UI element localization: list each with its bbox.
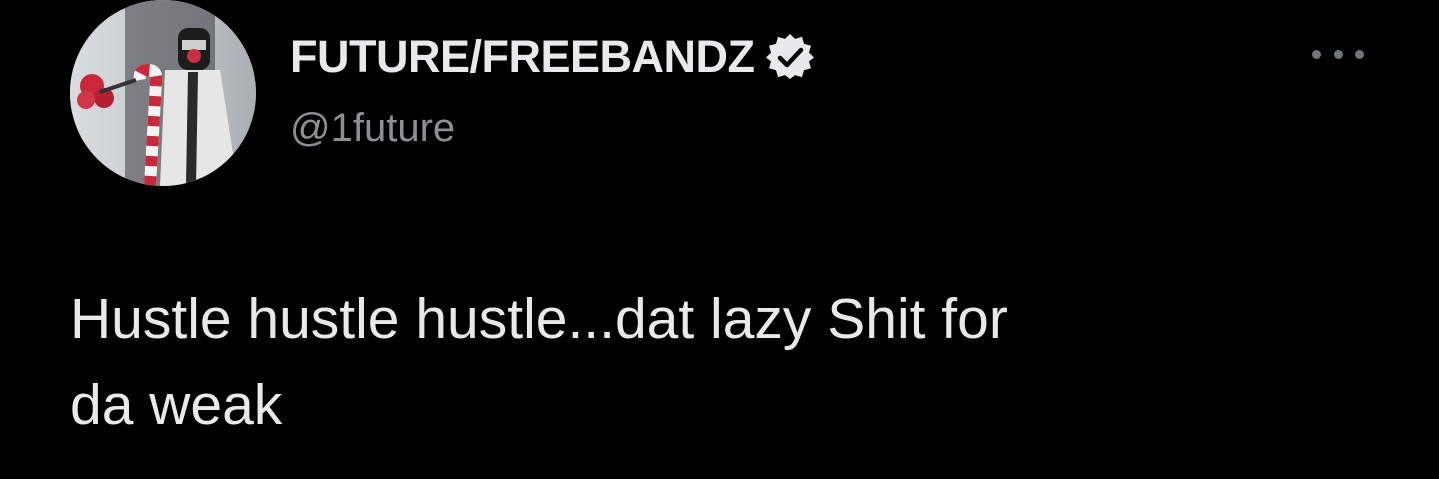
more-dot <box>1333 49 1343 59</box>
more-options-icon[interactable] <box>1312 42 1364 66</box>
tweet-text: Hustle hustle hustle...dat lazy Shit for… <box>70 287 1008 437</box>
more-dot <box>1355 49 1364 59</box>
verified-badge-icon <box>766 33 815 80</box>
tweet-card: FUTURE/FREEBANDZ @1future Hustle hustle … <box>0 0 1439 479</box>
tweet-header: FUTURE/FREEBANDZ @1future <box>290 30 815 152</box>
avatar[interactable] <box>70 0 256 186</box>
display-name[interactable]: FUTURE/FREEBANDZ <box>290 30 755 84</box>
name-row: FUTURE/FREEBANDZ <box>290 30 815 84</box>
profile-photo <box>70 0 256 186</box>
user-handle[interactable]: @1future <box>290 104 814 152</box>
more-dot <box>1312 49 1321 59</box>
